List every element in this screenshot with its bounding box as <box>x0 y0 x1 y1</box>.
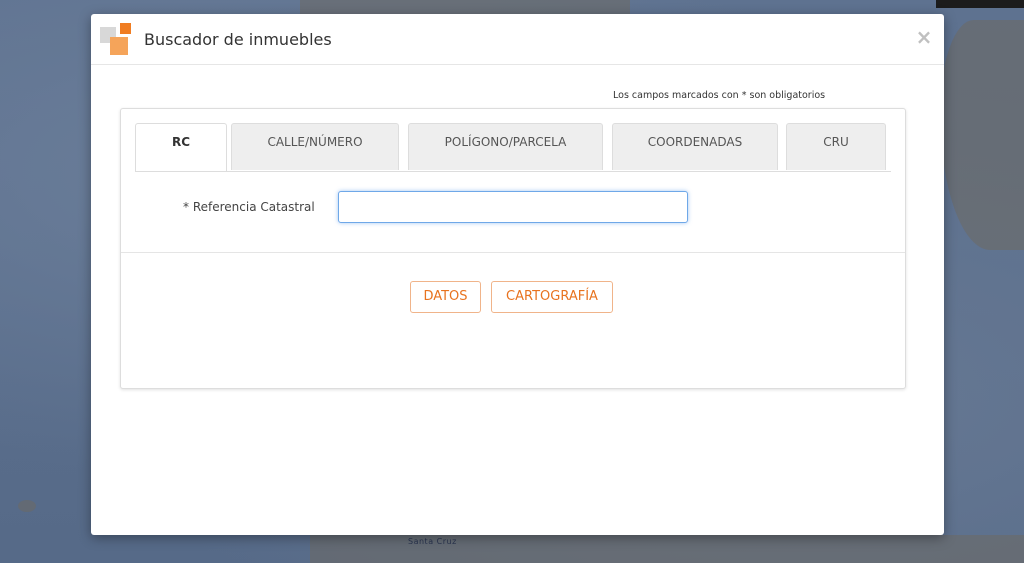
datos-button[interactable]: DATOS <box>410 281 481 313</box>
modal-header: Buscador de inmuebles × <box>91 14 944 65</box>
tab-rc[interactable]: RC <box>135 123 227 171</box>
required-fields-note: Los campos marcados con * son obligatori… <box>613 90 826 101</box>
referencia-catastral-input[interactable] <box>338 191 688 223</box>
tab-poligono-parcela[interactable]: POLÍGONO/PARCELA <box>408 123 603 170</box>
section-divider <box>121 252 905 253</box>
referencia-catastral-row: * Referencia Catastral <box>121 191 905 223</box>
catastro-logo-icon <box>100 23 132 55</box>
map-place-label: Santa Cruz <box>408 537 457 546</box>
modal-title: Buscador de inmuebles <box>144 30 332 49</box>
map-landmass <box>300 0 630 14</box>
map-toolbar-edge <box>936 0 1024 8</box>
tab-bar: RC CALLE/NÚMERO POLÍGONO/PARCELA COORDEN… <box>135 123 891 172</box>
search-modal: Buscador de inmuebles × Los campos marca… <box>91 14 944 535</box>
cartografia-button[interactable]: CARTOGRAFÍA <box>491 281 613 313</box>
map-island <box>18 500 36 512</box>
close-icon[interactable]: × <box>914 26 934 48</box>
tab-coordenadas[interactable]: COORDENADAS <box>612 123 778 170</box>
tab-cru[interactable]: CRU <box>786 123 886 170</box>
map-landmass <box>940 20 1024 250</box>
referencia-catastral-label: * Referencia Catastral <box>183 200 315 214</box>
tab-calle-numero[interactable]: CALLE/NÚMERO <box>231 123 399 170</box>
search-panel: RC CALLE/NÚMERO POLÍGONO/PARCELA COORDEN… <box>120 108 906 389</box>
